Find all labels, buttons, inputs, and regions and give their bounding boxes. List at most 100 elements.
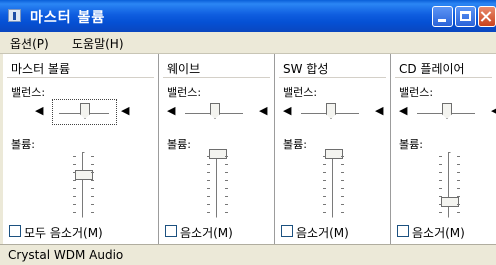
title-separator [163,77,270,78]
volume-tick [323,180,326,181]
volume-track[interactable] [448,152,451,218]
volume-tick [91,212,94,213]
volume-label: 볼륨: [167,138,191,151]
speaker-left-icon: ◀ [35,104,44,117]
mute-checkbox[interactable] [165,225,177,237]
volume-tick [225,180,228,181]
volume-tick [439,172,442,173]
volume-tick [207,204,210,205]
volume-tick [91,156,94,157]
menu-options[interactable]: 옵션(P) [10,35,49,52]
volume-tick [323,164,326,165]
mute-checkbox[interactable] [281,225,293,237]
volume-tick [323,204,326,205]
menu-help[interactable]: 도움말(H) [72,35,124,52]
volume-tick [439,212,442,213]
balance-label: 밸런스: [399,86,434,99]
minimize-button[interactable] [432,6,453,27]
volume-tick [439,196,442,197]
volume-tick [225,156,228,157]
volume-track[interactable] [216,152,219,218]
channel-sw-synth: SW 합성 밸런스: ◀ ◀ 볼륨: 음소거(M) [275,54,390,244]
volume-thumb[interactable] [441,197,459,207]
mute-label[interactable]: 음소거(M) [180,224,233,241]
volume-tick [341,188,344,189]
title-separator [279,77,386,78]
app-icon[interactable] [8,9,21,22]
volume-tick [225,204,228,205]
volume-tick [207,196,210,197]
mute-label[interactable]: 음소거(M) [412,224,465,241]
volume-tick [341,180,344,181]
channel-title: 웨이브 [167,62,201,76]
balance-thumb[interactable] [326,103,336,119]
title-bar[interactable]: 마스터 볼륨 [0,0,496,32]
balance-label: 밸런스: [11,86,46,99]
speaker-right-icon: ◀ [491,104,496,117]
volume-track[interactable] [82,152,85,218]
balance-thumb[interactable] [442,103,452,119]
volume-control-window: 마스터 볼륨 옵션(P) 도움말(H) 마스터 볼륨 밸런스: ◀ ◀ 볼륨: … [0,0,496,265]
channel-title: CD 플레이어 [399,62,465,76]
volume-tick [341,204,344,205]
maximize-button[interactable] [455,6,476,27]
title-separator [7,77,154,78]
volume-tick [457,172,460,173]
volume-tick [207,188,210,189]
mixer-panel: 마스터 볼륨 밸런스: ◀ ◀ 볼륨: 모두 음소거(M) 웨이브 밸런스: ◀… [3,54,496,244]
volume-thumb[interactable] [325,149,343,159]
volume-tick [207,164,210,165]
mute-checkbox[interactable] [397,225,409,237]
volume-tick [457,196,460,197]
volume-tick [439,156,442,157]
volume-tick [207,172,210,173]
volume-tick [91,180,94,181]
channel-title: 마스터 볼륨 [11,62,71,76]
mute-all-checkbox[interactable] [9,225,21,237]
volume-tick [323,188,326,189]
balance-label: 밸런스: [283,86,318,99]
volume-tick [457,188,460,189]
speaker-left-icon: ◀ [283,104,292,117]
mute-label[interactable]: 음소거(M) [296,224,349,241]
volume-tick [91,204,94,205]
volume-tick [73,172,76,173]
volume-tick [207,180,210,181]
volume-tick [457,156,460,157]
volume-tick [439,204,442,205]
volume-tick [341,156,344,157]
volume-tick [439,188,442,189]
volume-tick [225,172,228,173]
volume-tick [207,156,210,157]
channel-title: SW 합성 [283,62,329,76]
volume-tick [323,172,326,173]
volume-tick [73,204,76,205]
volume-tick [91,188,94,189]
mute-all-label[interactable]: 모두 음소거(M) [24,224,103,241]
status-bar: Crystal WDM Audio [0,244,496,265]
channel-cd-player: CD 플레이어 밸런스: ◀ ◀ 볼륨: 음소거(M) [391,54,496,244]
window-title: 마스터 볼륨 [30,10,106,26]
volume-thumb[interactable] [209,149,227,159]
volume-tick [225,196,228,197]
speaker-left-icon: ◀ [167,104,176,117]
volume-tick [323,196,326,197]
volume-tick [439,180,442,181]
channel-wave: 웨이브 밸런스: ◀ ◀ 볼륨: 음소거(M) [159,54,274,244]
volume-track[interactable] [332,152,335,218]
volume-tick [73,164,76,165]
audio-device-name: Crystal WDM Audio [8,248,124,262]
balance-thumb[interactable] [210,103,220,119]
volume-tick [91,164,94,165]
volume-tick [73,196,76,197]
volume-label: 볼륨: [399,138,423,151]
volume-tick [341,212,344,213]
volume-tick [91,172,94,173]
volume-tick [73,156,76,157]
channel-master: 마스터 볼륨 밸런스: ◀ ◀ 볼륨: 모두 음소거(M) [3,54,158,244]
close-button[interactable] [478,6,496,27]
volume-tick [323,212,326,213]
volume-tick [457,180,460,181]
volume-tick [73,212,76,213]
speaker-left-icon: ◀ [399,104,408,117]
